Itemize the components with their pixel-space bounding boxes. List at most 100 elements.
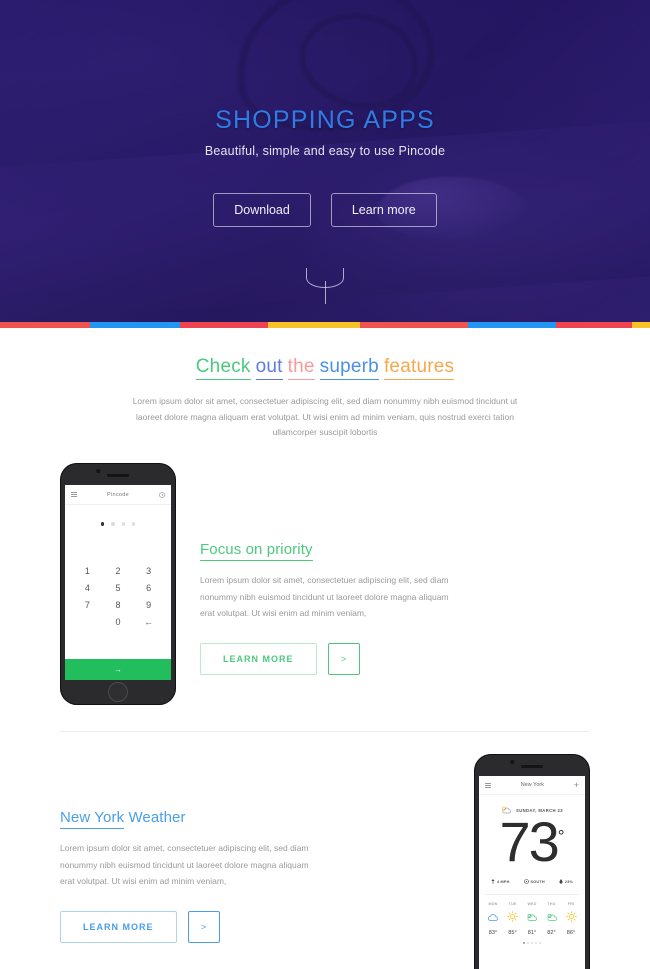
- add-location-icon[interactable]: +: [574, 780, 579, 790]
- focus-learn-more-button[interactable]: LEARN MORE: [200, 642, 317, 675]
- weather-stat-0: 4 MPH: [491, 879, 510, 885]
- pincode-submit-button[interactable]: →: [65, 659, 171, 681]
- weather-pager-dot-3[interactable]: [535, 942, 537, 945]
- features-heading-word-1: out: [255, 356, 283, 380]
- pincode-phone-mockup: Pincode 1 2 3 4 5 6 7 8 9 0 ← →: [60, 463, 176, 706]
- color-stripe-divider: [0, 322, 650, 328]
- weather-button-group: LEARN MORE >: [60, 910, 450, 943]
- weather-forecast-day: WED 81°: [523, 902, 541, 936]
- features-heading-word-2: the: [287, 356, 315, 380]
- scroll-stem: [325, 281, 327, 304]
- weather-stat-2: 23%: [559, 879, 573, 885]
- weather-forecast-day: MON 83°: [484, 902, 502, 936]
- forecast-day-label: MON: [488, 902, 498, 907]
- weather-app-title: New York: [520, 782, 544, 789]
- pincode-dots: [65, 522, 171, 526]
- download-button[interactable]: Download: [213, 193, 311, 227]
- pincode-dot-3: [131, 522, 136, 526]
- stripe-segment-5: [468, 322, 556, 328]
- hamburger-menu-icon[interactable]: [485, 782, 491, 788]
- pincode-key-←[interactable]: ←: [133, 617, 164, 627]
- clock-icon[interactable]: [158, 491, 165, 498]
- weather-stats-row: 4 MPH SOUTH 23%: [479, 879, 585, 885]
- humidity-icon: [559, 879, 563, 885]
- weather-forecast-row: MON 83° TUE 85° WED 81° THU 82° FRI 86°: [479, 895, 585, 936]
- forecast-day-label: TUE: [508, 902, 517, 907]
- features-heading-word-4: features: [383, 356, 455, 380]
- section-divider: [60, 731, 590, 733]
- feature-row-focus: Pincode 1 2 3 4 5 6 7 8 9 0 ← → Focus on priority …: [0, 463, 650, 706]
- features-heading-word-0: Check: [195, 356, 251, 380]
- stripe-segment-4: [360, 322, 468, 328]
- pincode-key-2[interactable]: 2: [103, 566, 134, 576]
- weather-pager-dot-1[interactable]: [527, 942, 529, 945]
- stripe-segment-2: [180, 322, 268, 328]
- focus-next-arrow-button[interactable]: >: [327, 642, 360, 675]
- forecast-day-label: THU: [547, 902, 556, 907]
- scroll-down-arrow-icon[interactable]: [306, 268, 344, 304]
- pincode-key-6[interactable]: 6: [133, 583, 164, 593]
- stripe-segment-0: [0, 322, 90, 328]
- weather-next-arrow-button[interactable]: >: [187, 910, 220, 943]
- phone-camera-icon: [96, 469, 100, 473]
- phone-camera-icon: [510, 760, 514, 764]
- focus-text-block: Focus on priority Lorem ipsum dolor sit …: [200, 463, 590, 675]
- weather-pager-dot-4[interactable]: [539, 942, 541, 945]
- weather-degree-symbol: °: [557, 826, 565, 846]
- features-description: Lorem ipsum dolor sit amet, consectetuer…: [132, 396, 518, 438]
- weather-forecast-day: TUE 85°: [504, 902, 522, 936]
- hamburger-menu-icon[interactable]: [71, 492, 77, 498]
- phone-speaker: [521, 765, 543, 768]
- forecast-day-label: FRI: [567, 902, 575, 907]
- pincode-key-9[interactable]: 9: [133, 600, 164, 610]
- weather-title-underlined: New York: [60, 809, 125, 830]
- pincode-dot-2: [121, 522, 125, 526]
- pincode-phone-column: Pincode 1 2 3 4 5 6 7 8 9 0 ← →: [60, 463, 200, 706]
- pincode-dot-1: [111, 522, 115, 526]
- phone-home-button[interactable]: [108, 682, 128, 703]
- sun-icon: [507, 909, 518, 927]
- hero-subtitle: Beautiful, simple and easy to use Pincod…: [204, 144, 446, 158]
- weather-learn-more-button[interactable]: LEARN MORE: [60, 910, 177, 943]
- forecast-temp: 83°: [488, 930, 498, 937]
- features-heading: Check out the superb features: [0, 356, 650, 380]
- focus-description: Lorem ipsum dolor sit amet, consectetuer…: [200, 575, 449, 619]
- features-section: Check out the superb features Lorem ipsum do…: [0, 328, 650, 441]
- weather-phone-column: New York + SUNDAY, MARCH 23 73° 4 MPH SOU…: [450, 754, 590, 969]
- pincode-key-0[interactable]: 0: [103, 617, 134, 627]
- stripe-segment-1: [90, 322, 180, 328]
- weather-forecast-day: FRI 86°: [562, 902, 580, 936]
- forecast-temp: 81°: [527, 930, 537, 937]
- pincode-key-7[interactable]: 7: [72, 600, 103, 610]
- weather-pager-dots[interactable]: [479, 942, 585, 945]
- partly-cloudy-icon: [546, 909, 558, 927]
- feature-row-weather: New York Weather Lorem ipsum dolor sit a…: [0, 754, 650, 969]
- pincode-key-3[interactable]: 3: [133, 566, 164, 576]
- weather-text-block: New York Weather Lorem ipsum dolor sit a…: [60, 754, 450, 943]
- weather-temp-value: 73: [499, 810, 559, 874]
- pincode-key-8[interactable]: 8: [103, 600, 134, 610]
- learn-more-button[interactable]: Learn more: [330, 193, 437, 227]
- stripe-segment-6: [556, 322, 632, 328]
- weather-pager-dot-0[interactable]: [523, 942, 525, 945]
- hero-title: SHOPPING APPS: [215, 106, 435, 134]
- stripe-segment-3: [268, 322, 360, 328]
- features-heading-word-3: superb: [319, 356, 379, 380]
- forecast-temp: 82°: [547, 930, 556, 937]
- compass-icon: [523, 879, 529, 885]
- weather-title-rest: Weather: [124, 809, 186, 827]
- stripe-segment-7: [632, 322, 650, 328]
- weather-title: New York Weather: [60, 809, 450, 830]
- pincode-keypad[interactable]: 1 2 3 4 5 6 7 8 9 0 ←: [65, 534, 171, 660]
- forecast-temp: 85°: [508, 930, 517, 937]
- pincode-key-1[interactable]: 1: [72, 566, 103, 576]
- forecast-temp: 86°: [566, 930, 576, 937]
- pincode-key-5[interactable]: 5: [103, 583, 134, 593]
- pincode-key-4[interactable]: 4: [72, 583, 103, 593]
- cloud-icon: [487, 909, 499, 927]
- weather-stat-1: SOUTH: [523, 879, 545, 885]
- weather-pager-dot-2[interactable]: [531, 942, 533, 945]
- forecast-day-label: WED: [527, 902, 537, 907]
- focus-title-text: Focus on priority: [200, 541, 313, 562]
- wind-icon: [491, 879, 495, 885]
